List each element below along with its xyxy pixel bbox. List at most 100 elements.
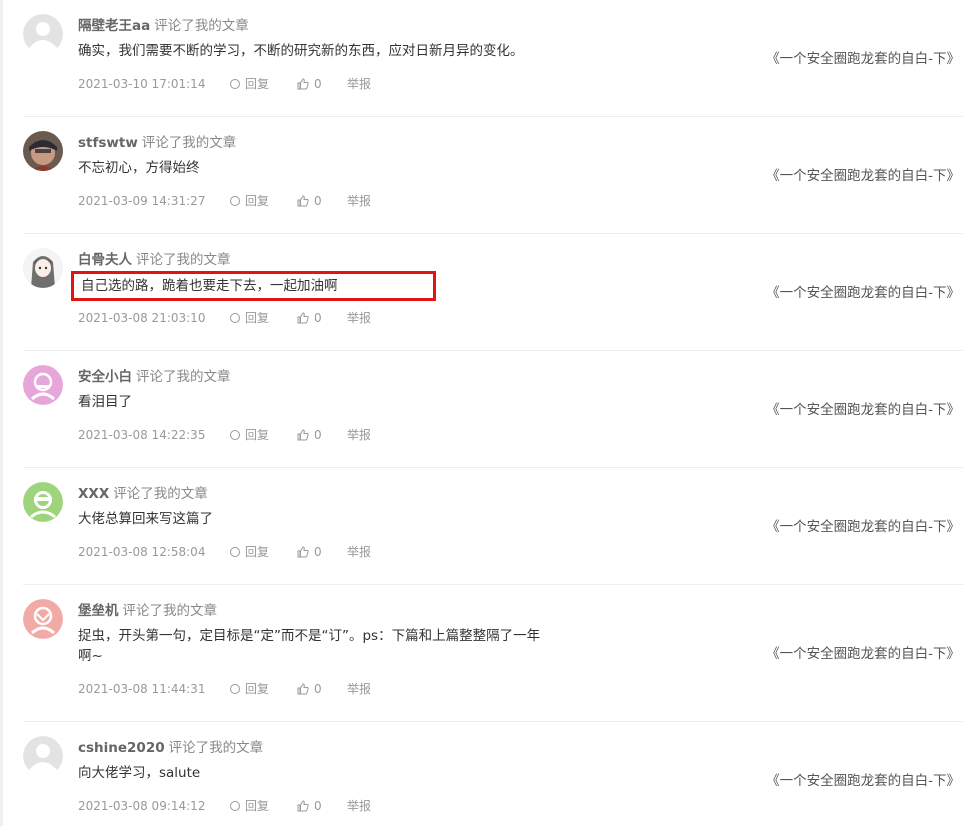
- comment-header: 隔壁老王aa 评论了我的文章: [78, 16, 249, 36]
- timestamp: 2021-03-10 17:01:14: [78, 77, 206, 91]
- like-button[interactable]: 0: [297, 76, 347, 92]
- comment-meta: 2021-03-08 09:14:12 回复 0 举报: [78, 798, 371, 814]
- avatar[interactable]: [23, 14, 63, 54]
- timestamp: 2021-03-08 12:58:04: [78, 545, 206, 559]
- comment-text: 大佬总算回来写这篇了: [78, 511, 213, 527]
- comment-item: 堡垒机 评论了我的文章 捉虫，开头第一句，定目标是“定”而不是“订”。ps：下篇和…: [3, 585, 963, 722]
- like-button[interactable]: 0: [297, 681, 347, 697]
- like-count: 0: [314, 682, 322, 696]
- username[interactable]: XXX: [78, 486, 109, 502]
- reply-icon: [230, 313, 240, 323]
- report-button[interactable]: 举报: [347, 681, 371, 697]
- like-button[interactable]: 0: [297, 427, 347, 443]
- like-button[interactable]: 0: [297, 544, 347, 560]
- reply-button[interactable]: 回复: [230, 798, 297, 814]
- comment-text: 看泪目了: [78, 394, 132, 410]
- thumbs-up-icon: [297, 546, 309, 558]
- comment-meta: 2021-03-08 12:58:04 回复 0 举报: [78, 544, 371, 560]
- reply-button[interactable]: 回复: [230, 76, 297, 92]
- avatar[interactable]: [23, 365, 63, 405]
- report-button[interactable]: 举报: [347, 544, 371, 560]
- reply-button[interactable]: 回复: [230, 310, 297, 326]
- reply-icon: [230, 79, 240, 89]
- username[interactable]: 隔壁老王aa: [78, 18, 150, 34]
- report-button[interactable]: 举报: [347, 310, 371, 326]
- action-text: 评论了我的文章: [136, 369, 231, 385]
- report-button[interactable]: 举报: [347, 76, 371, 92]
- like-count: 0: [314, 545, 322, 559]
- article-link[interactable]: 《一个安全圈跑龙套的自白-下》: [766, 515, 960, 535]
- like-button[interactable]: 0: [297, 310, 347, 326]
- reply-icon: [230, 801, 240, 811]
- avatar[interactable]: [23, 131, 63, 171]
- action-text: 评论了我的文章: [154, 18, 249, 34]
- like-count: 0: [314, 799, 322, 813]
- thumbs-up-icon: [297, 800, 309, 812]
- like-count: 0: [314, 77, 322, 91]
- default-avatar-icon: [23, 736, 63, 776]
- salmon-avatar-icon: [23, 599, 63, 639]
- anime-avatar-icon: [23, 248, 63, 288]
- like-button[interactable]: 0: [297, 798, 347, 814]
- like-count: 0: [314, 428, 322, 442]
- like-count: 0: [314, 311, 322, 325]
- action-text: 评论了我的文章: [122, 603, 218, 619]
- avatar[interactable]: [23, 482, 63, 522]
- timestamp: 2021-03-08 11:44:31: [78, 682, 206, 696]
- like-button[interactable]: 0: [297, 193, 347, 209]
- comment-header: 白骨夫人 评论了我的文章: [78, 250, 231, 270]
- comment-header: stfswtw 评论了我的文章: [78, 133, 236, 153]
- reply-button[interactable]: 回复: [230, 193, 297, 209]
- reply-label: 回复: [245, 77, 270, 91]
- reply-label: 回复: [245, 428, 270, 442]
- comment-meta: 2021-03-08 14:22:35 回复 0 举报: [78, 427, 371, 443]
- username[interactable]: 白骨夫人: [78, 252, 132, 268]
- avatar[interactable]: [23, 599, 63, 639]
- action-text: 评论了我的文章: [113, 486, 208, 502]
- reply-button[interactable]: 回复: [230, 681, 297, 697]
- username[interactable]: 安全小白: [78, 369, 132, 385]
- action-text: 评论了我的文章: [136, 252, 231, 268]
- timestamp: 2021-03-08 09:14:12: [78, 799, 206, 813]
- timestamp: 2021-03-08 21:03:10: [78, 311, 206, 325]
- comment-item: 白骨夫人 评论了我的文章 自己选的路，跪着也要走下去，一起加油啊 《一个安全圈跑龙…: [3, 234, 963, 351]
- report-button[interactable]: 举报: [347, 427, 371, 443]
- like-count: 0: [314, 194, 322, 208]
- photo-avatar-icon: [23, 131, 63, 171]
- article-link[interactable]: 《一个安全圈跑龙套的自白-下》: [766, 398, 960, 418]
- report-button[interactable]: 举报: [347, 193, 371, 209]
- timestamp: 2021-03-09 14:31:27: [78, 194, 206, 208]
- username[interactable]: stfswtw: [78, 135, 138, 151]
- reply-button[interactable]: 回复: [230, 544, 297, 560]
- article-link[interactable]: 《一个安全圈跑龙套的自白-下》: [766, 47, 960, 67]
- comment-meta: 2021-03-09 14:31:27 回复 0 举报: [78, 193, 371, 209]
- article-link[interactable]: 《一个安全圈跑龙套的自白-下》: [766, 281, 960, 301]
- comment-header: 堡垒机 评论了我的文章: [78, 601, 217, 621]
- username[interactable]: cshine2020: [78, 740, 165, 756]
- thumbs-up-icon: [297, 78, 309, 90]
- comment-meta: 2021-03-08 21:03:10 回复 0 举报: [78, 310, 371, 326]
- reply-label: 回复: [245, 545, 270, 559]
- comment-text: 确实，我们需要不断的学习，不断的研究新的东西，应对日新月异的变化。: [78, 43, 524, 59]
- pink-avatar-icon: [23, 365, 63, 405]
- username[interactable]: 堡垒机: [78, 603, 119, 619]
- avatar[interactable]: [23, 736, 63, 776]
- reply-button[interactable]: 回复: [230, 427, 297, 443]
- action-text: 评论了我的文章: [168, 740, 264, 756]
- comment-item: cshine2020 评论了我的文章 向大佬学习，salute 《一个安全圈跑龙套…: [3, 722, 963, 826]
- report-button[interactable]: 举报: [347, 798, 371, 814]
- avatar[interactable]: [23, 248, 63, 288]
- article-link[interactable]: 《一个安全圈跑龙套的自白-下》: [766, 642, 960, 662]
- highlighted-comment-text: 自己选的路，跪着也要走下去，一起加油啊: [71, 271, 436, 301]
- article-link[interactable]: 《一个安全圈跑龙套的自白-下》: [766, 164, 960, 184]
- reply-label: 回复: [245, 311, 270, 325]
- comment-item: stfswtw 评论了我的文章 不忘初心，方得始终 《一个安全圈跑龙套的自白-下》…: [3, 117, 963, 234]
- reply-icon: [230, 684, 240, 694]
- article-link[interactable]: 《一个安全圈跑龙套的自白-下》: [766, 769, 960, 789]
- thumbs-up-icon: [297, 429, 309, 441]
- thumbs-up-icon: [297, 312, 309, 324]
- action-text: 评论了我的文章: [141, 135, 237, 151]
- thumbs-up-icon: [297, 195, 309, 207]
- comment-item: 隔壁老王aa 评论了我的文章 确实，我们需要不断的学习，不断的研究新的东西，应对日…: [3, 0, 963, 117]
- comment-text: 不忘初心，方得始终: [78, 160, 200, 176]
